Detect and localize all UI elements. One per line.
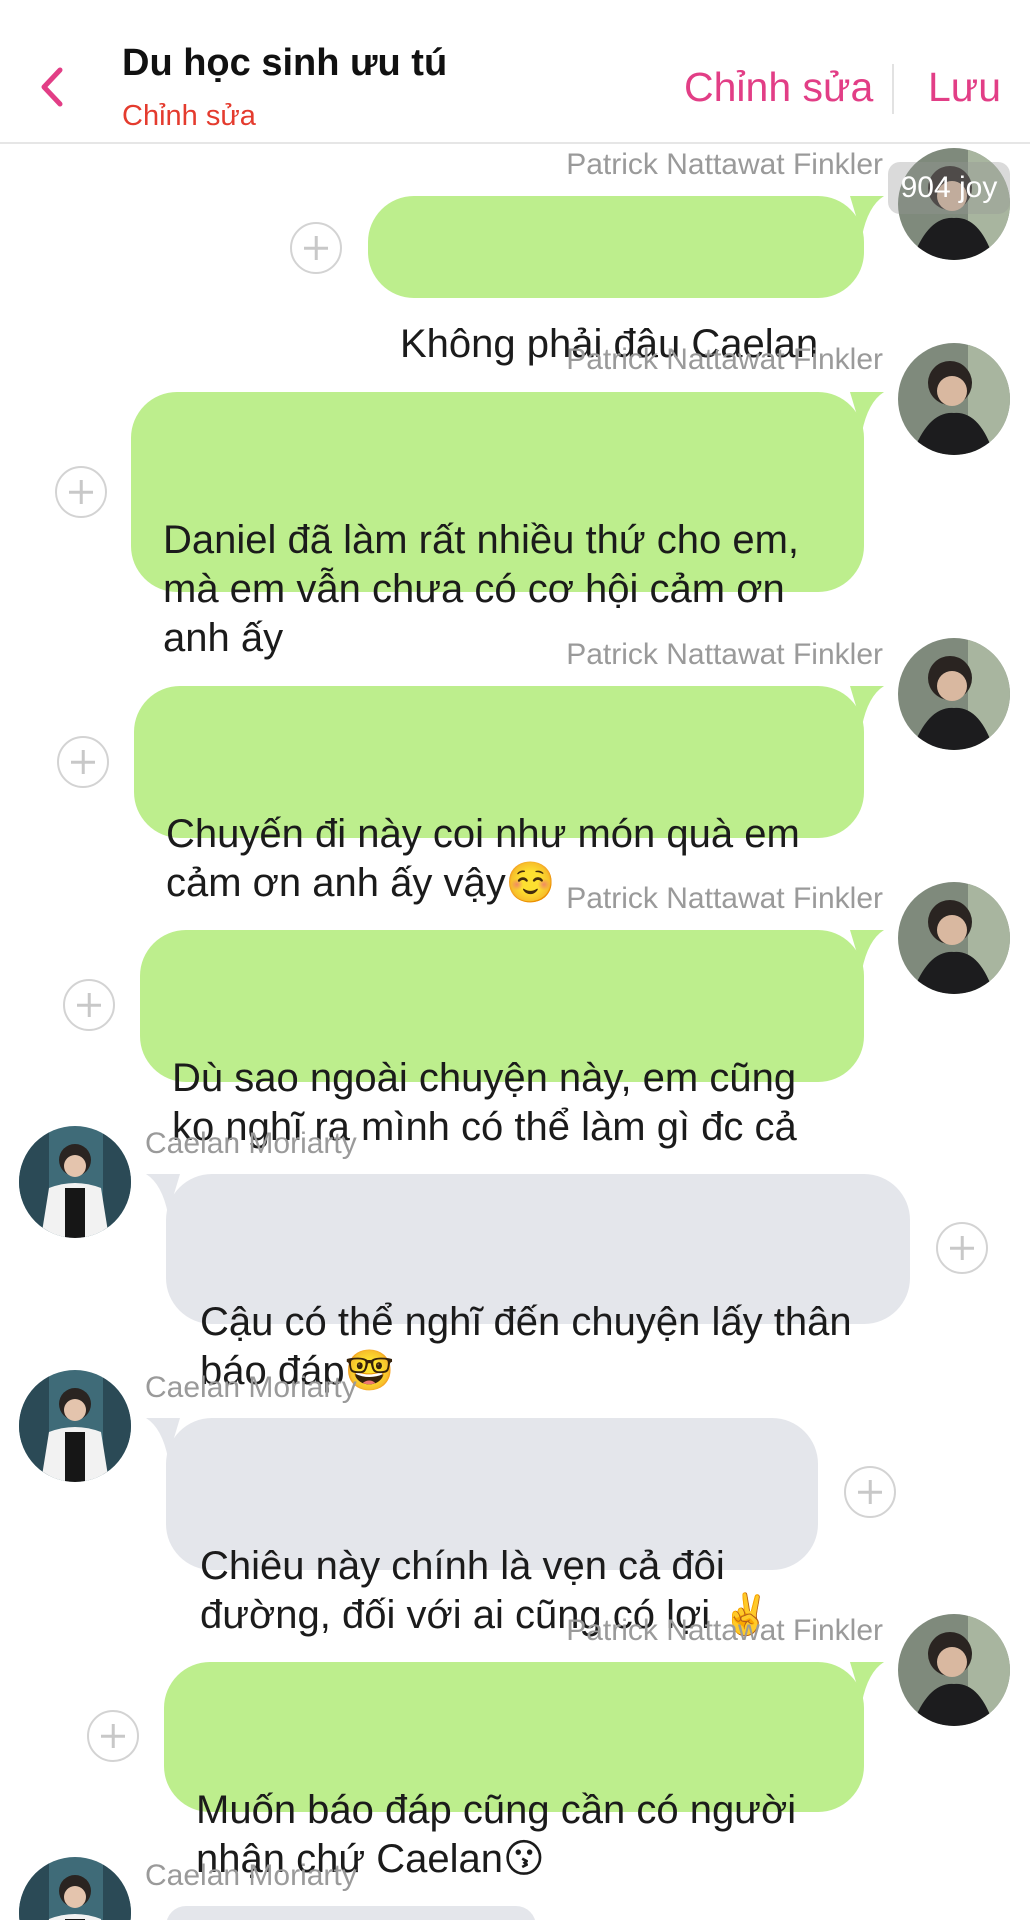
back-button[interactable]	[34, 62, 70, 112]
message-sender: Patrick Nattawat Finkler	[566, 343, 883, 376]
message-sender: Patrick Nattawat Finkler	[566, 882, 883, 915]
header-divider	[892, 64, 894, 114]
avatar-patrick[interactable]	[898, 638, 1010, 750]
avatar-caelan[interactable]	[19, 1126, 131, 1238]
message-sender: Caelan Moriarty	[145, 1859, 357, 1892]
add-reaction-button[interactable]	[57, 736, 109, 788]
avatar-caelan[interactable]	[19, 1857, 131, 1920]
save-button[interactable]: Lưu	[928, 64, 1001, 111]
message-bubble[interactable]: Không phải đâu Caelan	[368, 196, 884, 366]
message-sender: Caelan Moriarty	[145, 1371, 357, 1404]
message-sender: Caelan Moriarty	[145, 1127, 357, 1160]
chat-subtitle: Chỉnh sửa	[122, 100, 256, 132]
add-reaction-button[interactable]	[936, 1222, 988, 1274]
avatar-patrick[interactable]	[898, 1614, 1010, 1726]
watermark-badge: 904 joy	[888, 162, 1010, 214]
message-bubble[interactable]: Chuyến đi này coi như món quà em cảm ơn …	[134, 686, 884, 905]
avatar-patrick[interactable]	[898, 343, 1010, 455]
message-bubble[interactable]: Chiêu này chính là vẹn cả đôi đường, đối…	[146, 1418, 818, 1637]
message-bubble[interactable]: Muốn báo đáp cũng cần có người nhận chứ …	[164, 1662, 884, 1881]
message-bubble[interactable]	[166, 1906, 536, 1920]
chevron-left-icon	[41, 67, 63, 107]
chat-title: Du học sinh ưu tú	[122, 42, 448, 84]
chat-header: Du học sinh ưu tú Chỉnh sửa Chỉnh sửa Lư…	[0, 0, 1030, 144]
add-reaction-button[interactable]	[844, 1466, 896, 1518]
add-reaction-button[interactable]	[290, 222, 342, 274]
message-sender: Patrick Nattawat Finkler	[566, 638, 883, 671]
add-reaction-button[interactable]	[87, 1710, 139, 1762]
message-bubble[interactable]: Daniel đã làm rất nhiều thứ cho em, mà e…	[131, 392, 884, 660]
edit-button[interactable]: Chỉnh sửa	[684, 64, 873, 111]
avatar-patrick[interactable]	[898, 882, 1010, 994]
message-bubble[interactable]: Cậu có thể nghĩ đến chuyện lấy thân báo …	[146, 1174, 910, 1393]
avatar-caelan[interactable]	[19, 1370, 131, 1482]
add-reaction-button[interactable]	[55, 466, 107, 518]
message-bubble[interactable]: Dù sao ngoài chuyện này, em cũng ko nghĩ…	[140, 930, 884, 1149]
message-sender: Patrick Nattawat Finkler	[566, 1614, 883, 1647]
message-sender: Patrick Nattawat Finkler	[566, 148, 883, 181]
add-reaction-button[interactable]	[63, 979, 115, 1031]
